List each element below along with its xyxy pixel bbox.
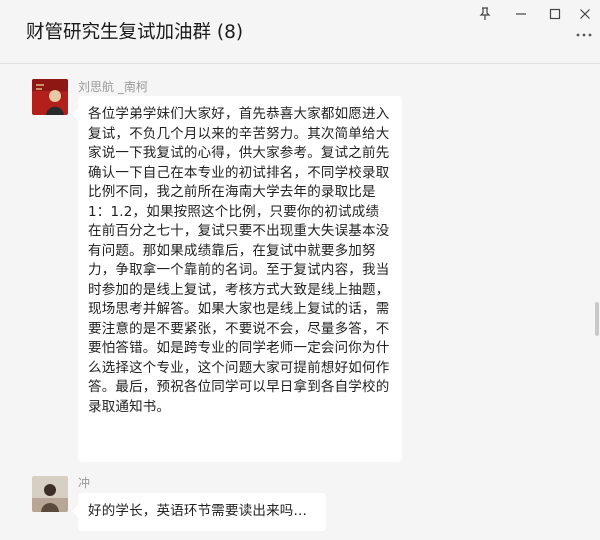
minimize-button[interactable]	[510, 4, 532, 24]
sender-name: 冲	[78, 476, 91, 490]
close-button[interactable]	[574, 4, 596, 24]
chat-window: 财管研究生复试加油群 (8) 刘思航 _南柯 各位学弟学妹们大家好，首先恭喜大家…	[0, 0, 600, 540]
chat-title: 财管研究生复试加油群 (8)	[26, 22, 244, 43]
more-icon	[576, 33, 592, 37]
avatar[interactable]	[32, 79, 68, 115]
message-bubble[interactable]: 好的学长，英语环节需要读出来吗...	[72, 493, 326, 531]
minimize-icon	[516, 13, 526, 15]
avatar[interactable]	[32, 476, 68, 512]
maximize-button[interactable]	[544, 4, 566, 24]
message-bubble[interactable]: 各位学弟学妹们大家好，首先恭喜大家都如愿进入复试，不负几个月以来的辛苦努力。其次…	[72, 96, 402, 462]
chat-header: 财管研究生复试加油群 (8)	[0, 0, 600, 64]
avatar-photo-icon	[32, 476, 68, 512]
avatar-photo-icon	[32, 79, 68, 115]
more-options-button[interactable]	[574, 27, 594, 43]
scrollbar[interactable]	[595, 302, 599, 336]
pin-icon	[479, 7, 491, 20]
maximize-icon	[549, 8, 561, 20]
sender-name: 刘思航 _南柯	[78, 80, 148, 94]
pin-button[interactable]	[474, 4, 496, 24]
close-icon	[580, 9, 590, 19]
